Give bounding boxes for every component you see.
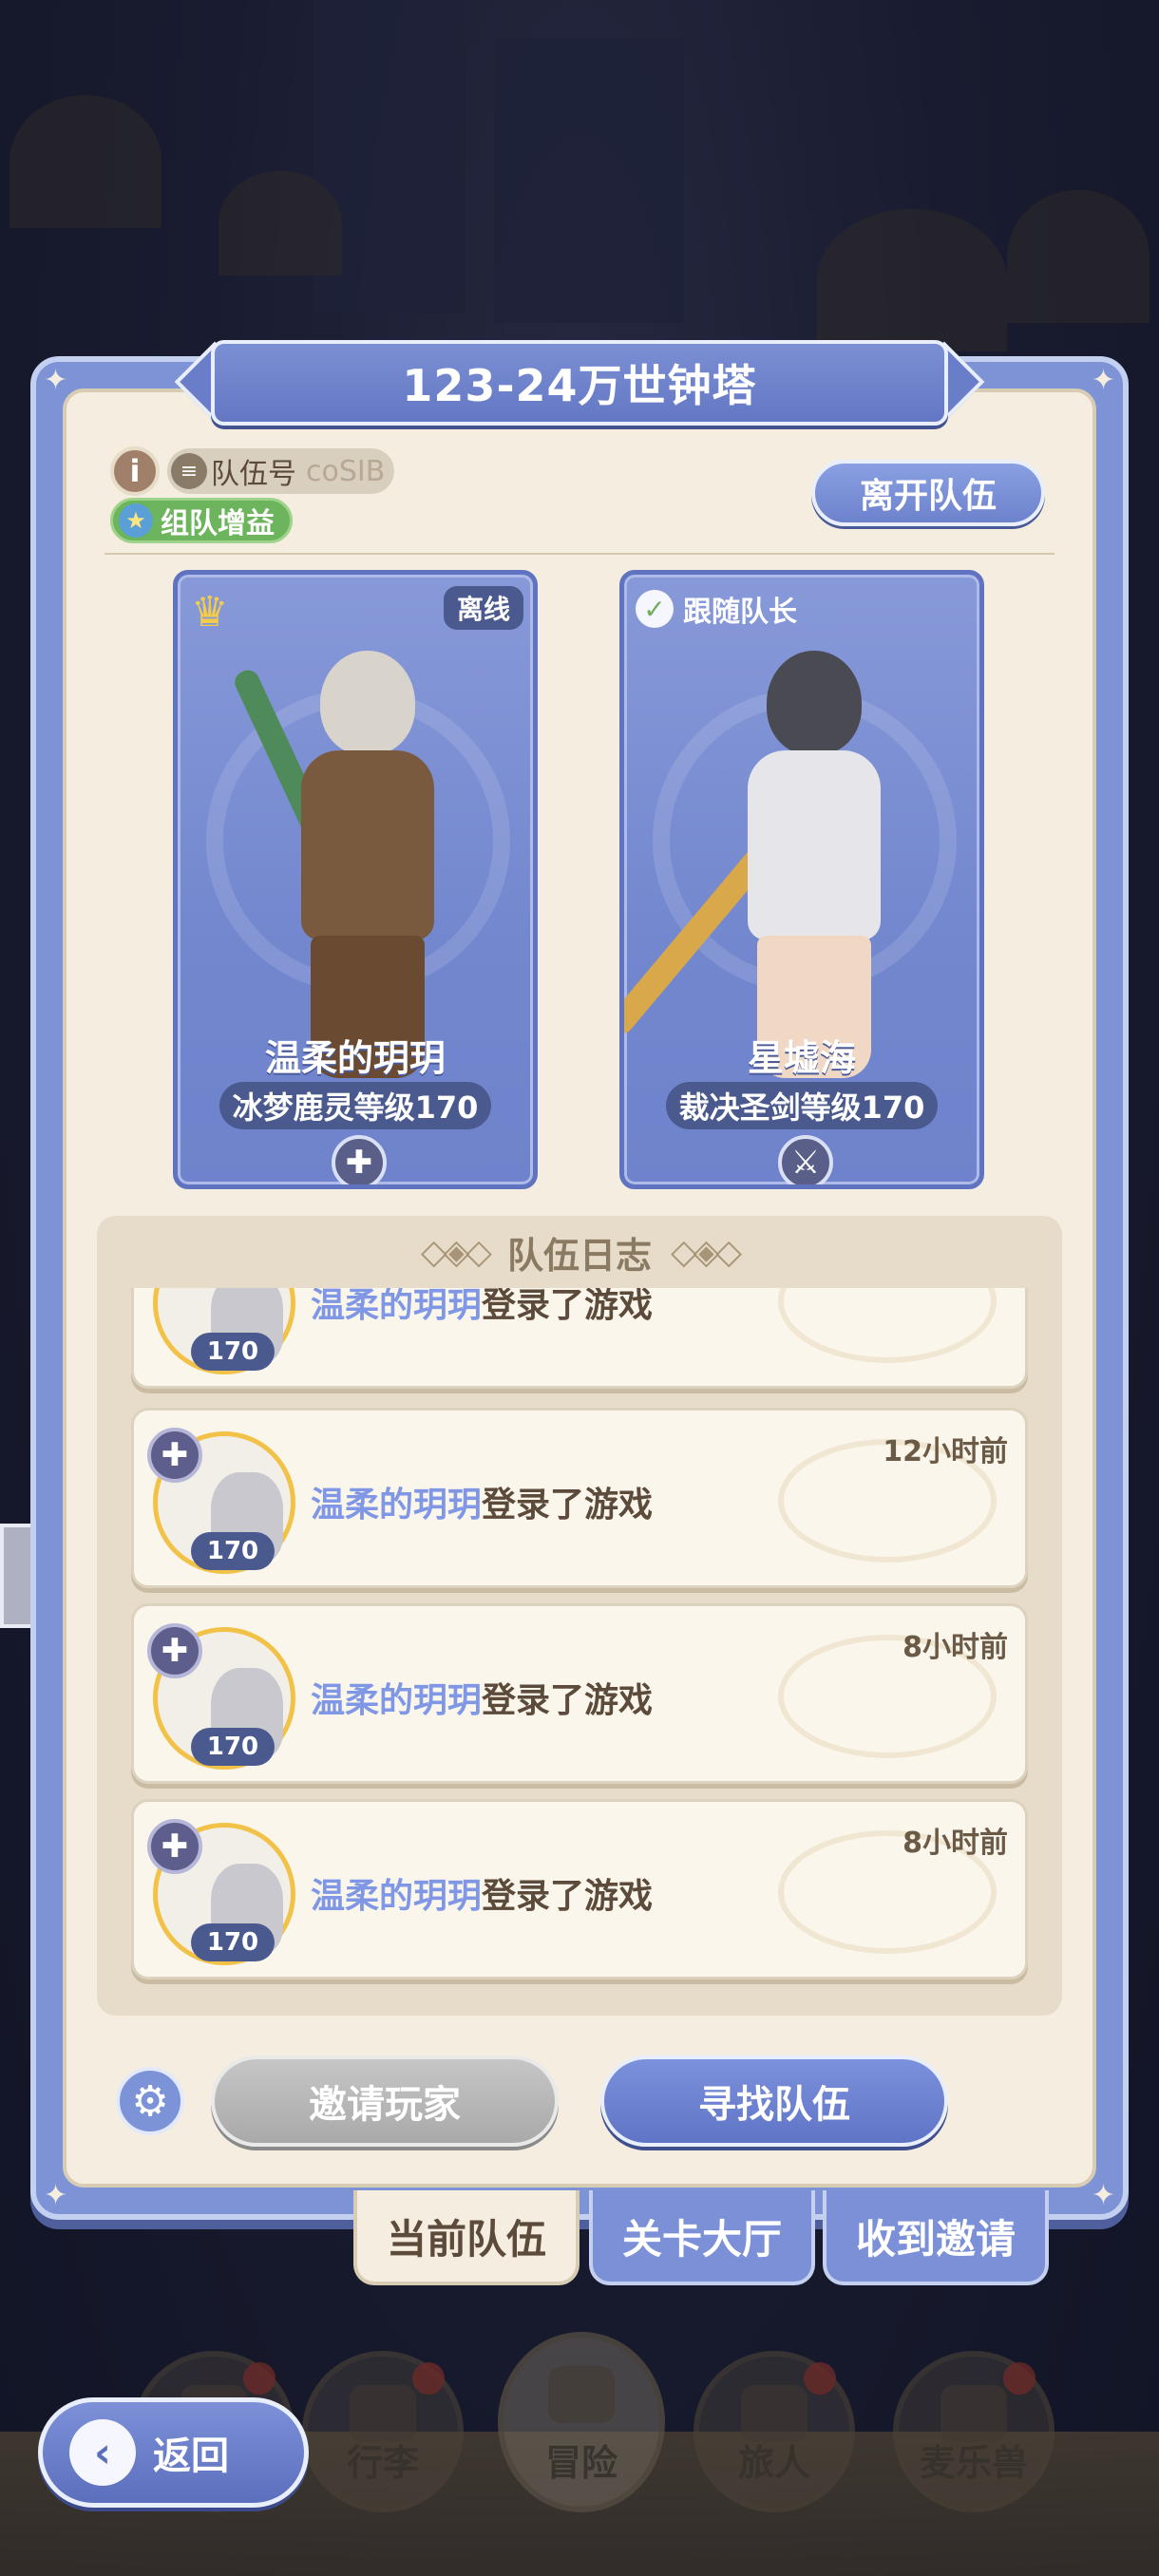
log-time: 8小时前 [902, 1631, 1008, 1664]
leave-team-label: 离开队伍 [859, 477, 997, 516]
cross-shield-icon: ✚ [147, 1623, 202, 1678]
tab-received-invites[interactable]: 收到邀请 [823, 2190, 1049, 2285]
team-log-header: ◇◈◇ 队伍日志 ◇◈◇ [97, 1216, 1062, 1288]
log-text: 温柔的玥玥登录了游戏 [311, 1477, 653, 1526]
tab-current-team[interactable]: 当前队伍 [353, 2190, 580, 2285]
log-entry: ✚ 170 8小时前 温柔的玥玥登录了游戏 [131, 1799, 1028, 1979]
log-action: 登录了游戏 [482, 1288, 654, 1325]
settings-button[interactable]: ⚙ [116, 2067, 184, 2135]
log-player-name[interactable]: 温柔的玥玥 [311, 1486, 482, 1525]
team-buff-label: 组队增益 [161, 507, 275, 540]
avatar-level: 170 [191, 1728, 275, 1766]
log-player-name[interactable]: 温柔的玥玥 [311, 1681, 482, 1720]
character-body [301, 750, 434, 940]
corner-star-icon: ✦ [1091, 364, 1115, 397]
decoration [778, 1288, 997, 1363]
crown-icon: ♛ [191, 588, 229, 636]
stage-title: 123-24万世钟塔 [402, 360, 757, 411]
team-buff-badge[interactable]: ★ 组队增益 [110, 498, 293, 543]
avatar-level: 170 [191, 1923, 275, 1961]
team-id[interactable]: ≡ 队伍号 coSIB [167, 448, 395, 494]
tab-label: 当前队伍 [386, 2215, 546, 2263]
team-log-panel: ◇◈◇ 队伍日志 ◇◈◇ ✚ 170 温柔的玥玥登录了游戏 ✚ 170 12小时… [97, 1216, 1062, 2016]
back-label: 返回 [153, 2434, 229, 2478]
sword-shield-icon: ⚔ [778, 1135, 833, 1184]
log-time: 8小时前 [902, 1827, 1008, 1860]
tab-label: 收到邀请 [855, 2215, 1016, 2263]
member-name: 星墟海 [747, 1037, 856, 1079]
corner-star-icon: ✦ [44, 2179, 68, 2212]
log-text: 温柔的玥玥登录了游戏 [311, 1868, 653, 1918]
back-arrow-icon: ‹ [69, 2419, 136, 2486]
back-button[interactable]: ‹ 返回 [38, 2397, 309, 2508]
cross-shield-icon: ✚ [332, 1135, 387, 1184]
log-entry: ✚ 170 温柔的玥玥登录了游戏 [131, 1288, 1028, 1389]
invite-player-button[interactable]: 邀请玩家 [211, 2055, 559, 2147]
log-player-name[interactable]: 温柔的玥玥 [311, 1877, 482, 1916]
leave-team-button[interactable]: 离开队伍 [811, 460, 1045, 526]
team-log-title: 队伍日志 [506, 1234, 652, 1277]
member-level: 裁决圣剑等级170 [666, 1082, 938, 1129]
log-entry: ✚ 170 12小时前 温柔的玥玥登录了游戏 [131, 1408, 1028, 1588]
follow-leader-status: ✓ 跟随队长 [636, 588, 797, 630]
character-head [320, 651, 415, 755]
avatar-level: 170 [191, 1532, 275, 1570]
team-log-list[interactable]: ✚ 170 温柔的玥玥登录了游戏 ✚ 170 12小时前 温柔的玥玥登录了游戏 … [131, 1288, 1028, 2002]
corner-star-icon: ✦ [1091, 2179, 1115, 2212]
star-icon: ★ [119, 503, 153, 538]
info-icon[interactable]: i [110, 446, 160, 496]
log-action: 登录了游戏 [482, 1486, 654, 1525]
avatar-level: 170 [191, 1333, 275, 1371]
check-icon: ✓ [636, 590, 674, 628]
character-body [748, 750, 881, 940]
log-action: 登录了游戏 [482, 1877, 654, 1916]
cross-shield-icon: ✚ [147, 1819, 202, 1874]
corner-star-icon: ✦ [44, 364, 68, 397]
log-player-name[interactable]: 温柔的玥玥 [311, 1288, 482, 1325]
character-head [767, 651, 862, 755]
find-team-button[interactable]: 寻找队伍 [600, 2055, 948, 2147]
find-team-label: 寻找队伍 [698, 2083, 850, 2127]
member-card[interactable]: ✓ 跟随队长 星墟海 裁决圣剑等级170 ⚔ [619, 570, 984, 1189]
team-id-value: coSIB [306, 454, 386, 488]
log-entry: ✚ 170 8小时前 温柔的玥玥登录了游戏 [131, 1603, 1028, 1784]
member-level: 冰梦鹿灵等级170 [219, 1082, 491, 1129]
cross-shield-icon: ✚ [147, 1428, 202, 1483]
tab-stage-hall[interactable]: 关卡大厅 [589, 2190, 815, 2285]
member-card[interactable]: ♛ 离线 温柔的玥玥 冰梦鹿灵等级170 ✚ [173, 570, 538, 1189]
ornament-icon: ◇◈◇ [420, 1232, 492, 1272]
log-text: 温柔的玥玥登录了游戏 [311, 1673, 653, 1722]
divider [104, 553, 1054, 555]
ornament-icon: ◇◈◇ [671, 1232, 742, 1272]
gear-icon: ⚙ [131, 2076, 169, 2126]
invite-player-label: 邀请玩家 [309, 2083, 461, 2127]
status-label: 跟随队长 [683, 596, 797, 629]
stage-title-ribbon: 123-24万世钟塔 [211, 340, 948, 426]
log-text: 温柔的玥玥登录了游戏 [311, 1288, 653, 1327]
document-icon: ≡ [171, 453, 207, 489]
team-id-label: 队伍号 [211, 458, 296, 491]
tab-label: 关卡大厅 [621, 2215, 782, 2263]
log-action: 登录了游戏 [482, 1681, 654, 1720]
log-time: 12小时前 [883, 1435, 1008, 1468]
member-name: 温柔的玥玥 [264, 1037, 446, 1079]
status-badge: 离线 [443, 586, 523, 630]
